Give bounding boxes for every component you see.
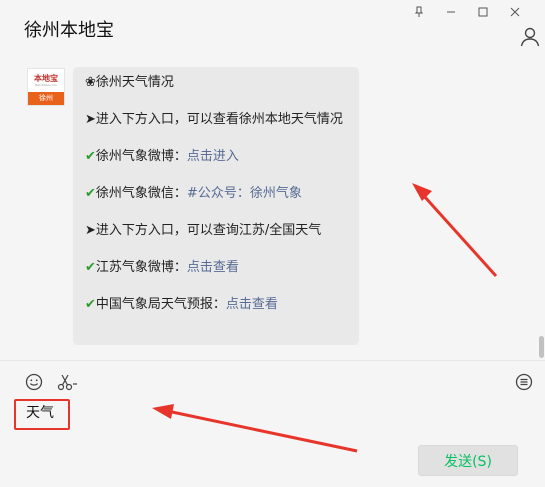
arrow-right-icon: ➤ [85,112,96,127]
check-icon: ✔ [85,260,96,275]
flower-icon: ❀ [85,75,96,90]
message-line: ✔中国气象局天气预报：点击查看 [85,297,278,312]
avatar-sub-text: Bendibao.com [35,83,57,87]
user-profile-icon[interactable] [519,26,541,48]
message-bubble: ❀徐州天气情况 ➤进入下方入口，可以查看徐州本地天气情况 ✔徐州气象微博：点击进… [73,67,359,345]
message-line: ✔江苏气象微博：点击查看 [85,260,239,275]
message-line: ✔徐州气象微博：点击进入 [85,149,239,164]
pin-icon[interactable] [403,2,435,22]
title-bar: 徐州本地宝 [0,0,545,60]
screenshot-scissors-icon[interactable] [55,371,81,393]
message-line: ➤进入下方入口，可以查询江苏/全国天气 [85,223,322,238]
maximize-icon[interactable] [467,2,499,22]
message-line: ✔徐州气象微信：#公众号：徐州气象 [85,186,302,201]
avatar-brand-text: 本地宝 [34,74,58,83]
avatar-city-label: 徐州 [28,92,64,105]
check-icon: ✔ [85,186,96,201]
message-input[interactable]: 天气 [14,399,70,430]
message-line: ➤进入下方入口，可以查看徐州本地天气情况 [85,112,343,127]
chat-scrollbar[interactable] [539,336,544,358]
input-area[interactable]: 天气 发送(S) [0,361,545,487]
avatar[interactable]: 本地宝 Bendibao.com 徐州 [27,68,65,106]
chat-history-icon[interactable] [513,371,535,393]
arrow-right-icon: ➤ [85,223,96,238]
minimize-icon[interactable] [435,2,467,22]
chat-title: 徐州本地宝 [24,20,114,41]
chat-message-area[interactable]: 本地宝 Bendibao.com 徐州 ❀徐州天气情况 ➤进入下方入口，可以查看… [0,60,545,360]
message-line: ❀徐州天气情况 [85,75,174,90]
window-controls [403,2,531,22]
emoji-icon[interactable] [23,371,45,393]
close-icon[interactable] [499,2,531,22]
check-icon: ✔ [85,297,96,312]
check-icon: ✔ [85,149,96,164]
jiangsu-weibo-link[interactable]: 点击查看 [187,260,239,275]
cma-forecast-link[interactable]: 点击查看 [226,297,278,312]
wechat-account-link[interactable]: #公众号：徐州气象 [187,186,302,201]
weibo-link[interactable]: 点击进入 [187,149,239,164]
send-button[interactable]: 发送(S) [418,445,518,476]
